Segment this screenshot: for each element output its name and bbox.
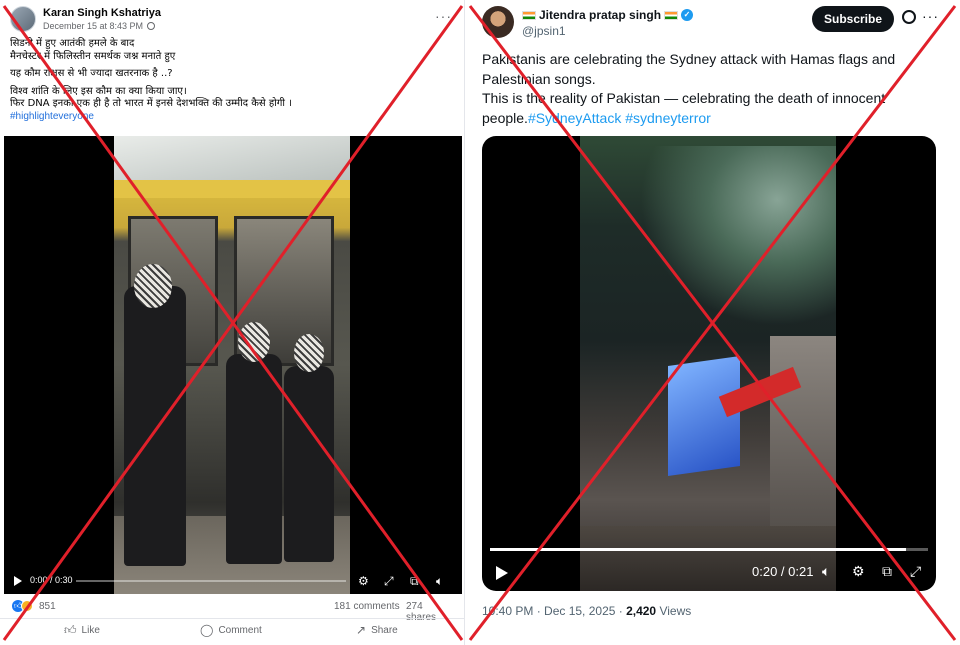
share-button[interactable]: ↗ Share [356,623,398,637]
post-text-line: सिडनी में हुए आतंकी हमले के बाद [10,38,135,49]
post-text-line: विश्व शांति के लिए इस कौम का क्या किया ज… [10,85,187,97]
pip-icon[interactable]: ⧉ [410,574,419,588]
hashtag-link[interactable]: #highlighteveryone [10,111,450,124]
video-player[interactable]: 0:00 / 0:30 ⚙ ⤢ ⧉ 🔈︎ [4,136,462,594]
fact-check-composite: Karan Singh Kshatriya December 15 at 8:4… [0,0,960,645]
x-post: Jitendra pratap singh ✓ @jpsin1 Subscrib… [470,0,960,645]
gear-icon[interactable]: ⚙ [852,563,865,579]
play-icon[interactable] [14,576,22,586]
haha-reaction-icon [21,600,33,612]
share-icon: ↗ [356,623,367,637]
tweet-text-line: This is the reality of Pakistan — celebr… [482,89,922,128]
display-name-text: Jitendra pratap singh [539,8,662,22]
comment-label: Comment [218,624,262,636]
tweet-footer: 10:40 PM · Dec 15, 2025 · 2,420 Views [482,604,691,618]
avatar[interactable] [482,6,514,38]
display-name[interactable]: Jitendra pratap singh ✓ [522,8,694,22]
pip-icon[interactable]: ⧉ [882,563,892,579]
video-progress-bar[interactable] [76,580,346,582]
like-button[interactable]: 👍︎ Like [64,623,100,638]
volume-icon[interactable]: 🔈︎ [436,574,443,588]
fullscreen-icon[interactable]: ⤢ [910,563,921,579]
video-frame [580,136,836,591]
post-meta: December 15 at 8:43 PM [43,21,156,31]
post-actions: 👍︎ Like ◯ Comment ↗ Share [0,618,465,640]
more-options-button[interactable]: ··· [922,8,939,24]
hashtag-link[interactable]: #sydneyterror [625,110,711,126]
comments-count[interactable]: 181 comments [334,601,400,612]
video-time: 0:20 / 0:21 [752,564,814,579]
share-label: Share [371,624,398,636]
post-text-line: मैनचेस्टर में फिलिस्तीन समर्थक जश्न मनात… [10,50,176,62]
verified-icon: ✓ [681,9,694,21]
fullscreen-icon[interactable]: ⤢ [384,574,394,588]
post-text-line: फिर DNA इनका एक ही है तो भारत में इनसे द… [10,98,292,109]
video-progress-fill [490,548,907,551]
tweet-timestamp[interactable]: 10:40 PM · Dec 15, 2025 · [482,604,626,618]
flag-icon [522,10,536,20]
play-icon[interactable] [496,566,508,580]
avatar[interactable] [10,6,36,32]
volume-icon[interactable]: 🔈︎ [822,563,830,579]
like-label: Like [81,625,100,636]
views-label: Views [656,604,692,618]
views-count: 2,420 [626,604,657,618]
video-controls: 0:00 / 0:30 ⚙ ⤢ ⧉ 🔈︎ [4,570,462,594]
user-handle[interactable]: @jpsin1 [522,24,566,38]
grok-icon[interactable] [902,10,916,24]
video-player[interactable]: 0:20 / 0:21 🔈︎ ⚙ ⧉ ⤢ [482,136,936,591]
hashtag-link[interactable]: #SydneyAttack [528,110,621,126]
subscribe-button[interactable]: Subscribe [812,6,894,32]
facebook-post: Karan Singh Kshatriya December 15 at 8:4… [0,0,465,645]
globe-icon [147,22,156,30]
reactions-count[interactable]: 851 [39,601,56,612]
comment-icon: ◯ [200,623,214,637]
post-text: सिडनी में हुए आतंकी हमले के बाद मैनचेस्ट… [10,38,450,123]
video-time: 0:00 / 0:30 [30,575,73,585]
reactions-bar: 👍︎ 851 181 comments 274 shares [12,600,452,623]
post-header: Karan Singh Kshatriya December 15 at 8:4… [10,6,460,34]
tweet-text: Pakistanis are celebrating the Sydney at… [482,50,922,128]
tweet-text-line: Pakistanis are celebrating the Sydney at… [482,51,896,87]
author-name[interactable]: Karan Singh Kshatriya [43,7,161,19]
more-options-button[interactable]: ··· [435,8,452,24]
like-icon: 👍︎ [64,623,77,637]
video-progress-bar[interactable] [490,548,928,551]
gear-icon[interactable]: ⚙ [358,574,369,588]
flag-icon [664,10,679,20]
video-frame [114,136,350,594]
post-timestamp[interactable]: December 15 at 8:43 PM [43,21,143,31]
video-controls: 0:20 / 0:21 🔈︎ ⚙ ⧉ ⤢ [482,546,936,591]
post-text-line: यह कौम राक्षस से भी ज्यादा खतरनाक है ..? [10,68,173,79]
comment-button[interactable]: ◯ Comment [200,623,262,637]
